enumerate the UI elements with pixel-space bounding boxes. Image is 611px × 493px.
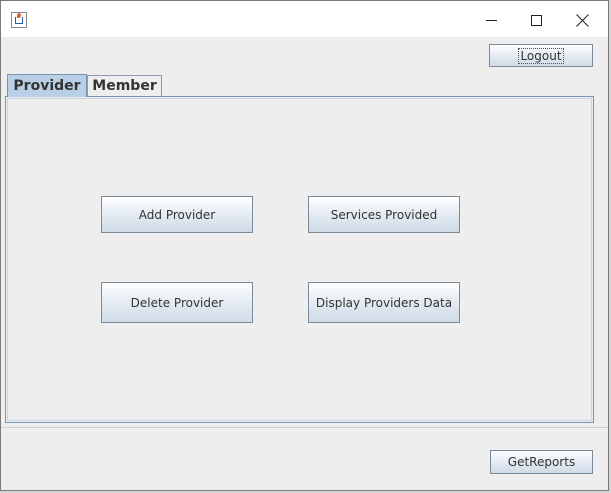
get-reports-button[interactable]: GetReports: [490, 450, 593, 474]
add-provider-button[interactable]: Add Provider: [101, 196, 253, 233]
delete-provider-button[interactable]: Delete Provider: [101, 282, 253, 323]
tab-provider[interactable]: Provider: [7, 74, 87, 97]
logout-button[interactable]: Logout: [489, 44, 593, 67]
provider-tab-panel-inner: [7, 98, 592, 421]
maximize-icon: [530, 14, 542, 26]
get-reports-label: GetReports: [507, 455, 576, 469]
provider-tab-panel: [5, 96, 594, 423]
tab-provider-label: Provider: [13, 78, 81, 94]
minimize-button[interactable]: [471, 5, 511, 35]
tab-member-label: Member: [92, 78, 157, 94]
maximize-button[interactable]: [516, 5, 556, 35]
display-providers-data-label: Display Providers Data: [315, 295, 453, 310]
logout-label: Logout: [518, 47, 564, 64]
app-window: Logout Provider Member Add Provider Serv…: [0, 0, 609, 491]
delete-provider-label: Delete Provider: [130, 295, 224, 310]
display-providers-data-button[interactable]: Display Providers Data: [308, 282, 460, 323]
footer-divider: [1, 427, 608, 428]
java-cup-icon[interactable]: [11, 12, 27, 28]
add-provider-label: Add Provider: [138, 207, 216, 222]
services-provided-label: Services Provided: [330, 207, 438, 222]
close-button[interactable]: [562, 5, 602, 35]
tab-member[interactable]: Member: [87, 75, 162, 96]
services-provided-button[interactable]: Services Provided: [308, 196, 460, 233]
minimize-icon: [485, 19, 497, 21]
close-icon: [576, 14, 589, 27]
title-bar[interactable]: [1, 1, 608, 37]
